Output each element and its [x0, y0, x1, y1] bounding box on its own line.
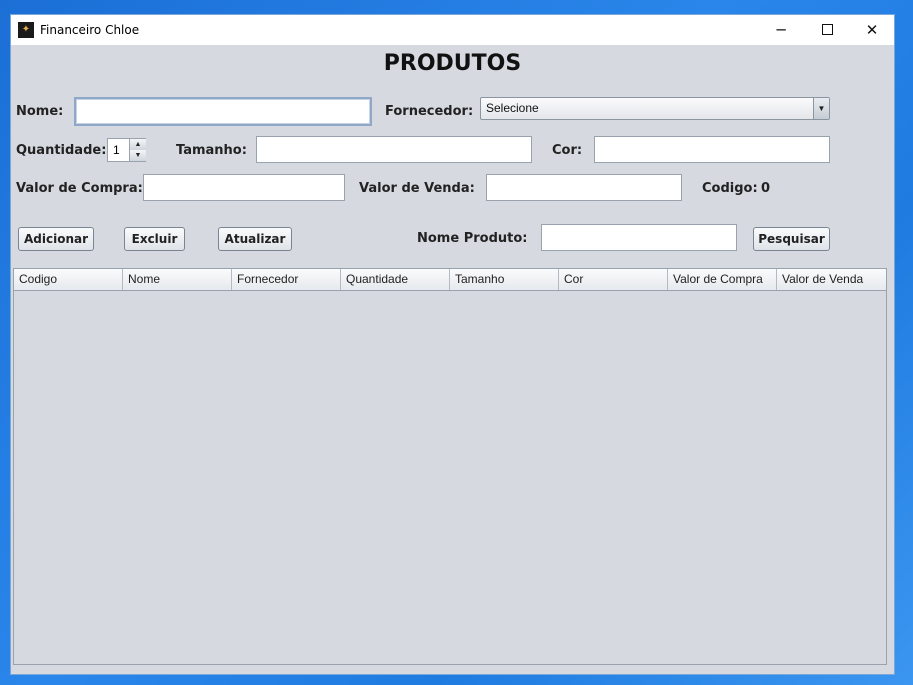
title-bar[interactable]: ✦ Financeiro Chloe ─ ✕: [11, 15, 894, 45]
fornecedor-selected-value: Selecione: [486, 101, 539, 115]
cor-label: Cor:: [552, 143, 583, 158]
nome-produto-label: Nome Produto:: [417, 231, 528, 246]
page-title: PRODUTOS: [383, 51, 522, 76]
atualizar-button[interactable]: Atualizar: [218, 227, 292, 251]
window-title: Financeiro Chloe: [40, 23, 140, 37]
tamanho-input[interactable]: [256, 136, 532, 163]
excluir-button[interactable]: Excluir: [124, 227, 185, 251]
close-button[interactable]: ✕: [849, 15, 895, 45]
column-header-tamanho[interactable]: Tamanho: [450, 269, 559, 290]
column-header-fornecedor[interactable]: Fornecedor: [232, 269, 341, 290]
produtos-table[interactable]: Codigo Nome Fornecedor Quantidade Tamanh…: [13, 268, 887, 665]
pesquisar-button[interactable]: Pesquisar: [753, 227, 830, 251]
codigo-label: Codigo:: [702, 181, 758, 196]
cor-input[interactable]: [594, 136, 830, 163]
minimize-button[interactable]: ─: [758, 15, 804, 45]
app-window: ✦ Financeiro Chloe ─ ✕ PRODUTOS Nome: Fo…: [10, 14, 895, 675]
column-header-valor-venda[interactable]: Valor de Venda: [777, 269, 886, 290]
quantidade-value[interactable]: 1: [113, 143, 120, 157]
form-panel: PRODUTOS Nome: Fornecedor: Selecione ▼ Q…: [11, 45, 894, 676]
nome-input[interactable]: [74, 97, 372, 126]
spinner-down-icon[interactable]: ▼: [129, 150, 146, 161]
column-header-cor[interactable]: Cor: [559, 269, 668, 290]
column-header-codigo[interactable]: Codigo: [14, 269, 123, 290]
valor-compra-label: Valor de Compra:: [16, 181, 143, 196]
quantidade-stepper[interactable]: 1 ▲ ▼: [107, 138, 146, 162]
tamanho-label: Tamanho:: [176, 143, 247, 158]
maximize-button[interactable]: [804, 15, 850, 45]
valor-venda-input[interactable]: [486, 174, 682, 201]
nome-label: Nome:: [16, 104, 64, 119]
app-icon: ✦: [18, 22, 34, 38]
fornecedor-select[interactable]: Selecione ▼: [480, 97, 830, 120]
chevron-down-icon[interactable]: ▼: [813, 98, 829, 119]
column-header-valor-compra[interactable]: Valor de Compra: [668, 269, 777, 290]
nome-produto-search-input[interactable]: [541, 224, 737, 251]
quantidade-label: Quantidade:: [16, 143, 107, 158]
column-header-quantidade[interactable]: Quantidade: [341, 269, 450, 290]
table-header: Codigo Nome Fornecedor Quantidade Tamanh…: [14, 269, 886, 291]
maximize-icon: [821, 24, 833, 35]
valor-compra-input[interactable]: [143, 174, 345, 201]
codigo-value: 0: [761, 181, 771, 196]
valor-venda-label: Valor de Venda:: [359, 181, 475, 196]
column-header-nome[interactable]: Nome: [123, 269, 232, 290]
fornecedor-label: Fornecedor:: [385, 104, 474, 119]
adicionar-button[interactable]: Adicionar: [18, 227, 94, 251]
